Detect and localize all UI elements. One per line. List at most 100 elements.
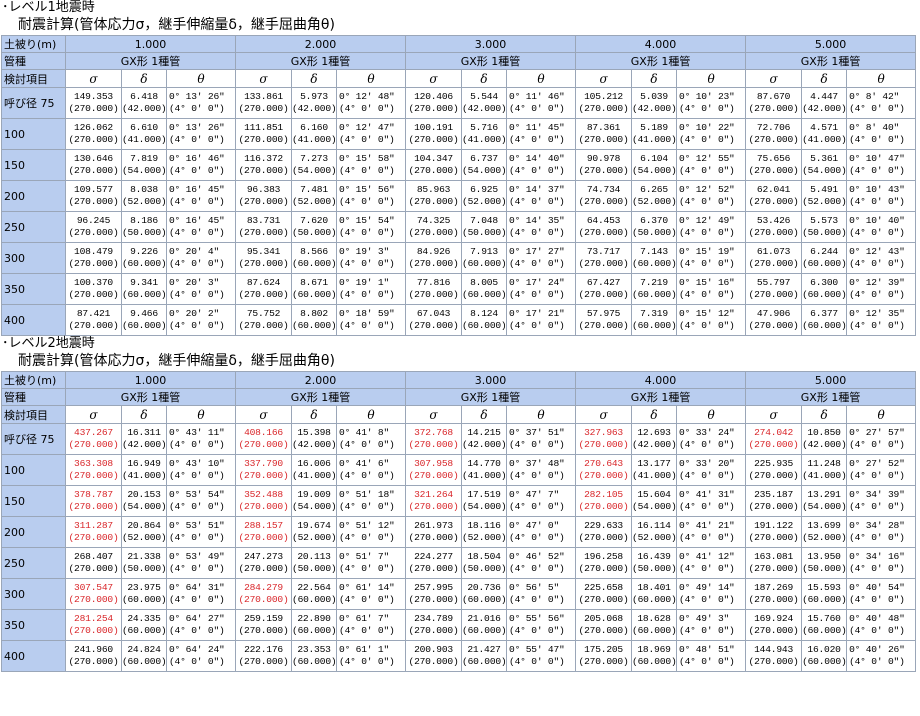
joint-displacement-cell: 8.124 (60.000) bbox=[461, 304, 508, 336]
displacement-allowable: (60.000) bbox=[632, 625, 677, 636]
angle-value: 0° 53′ 51″ bbox=[169, 519, 225, 531]
joint-displacement-cell: 10.850 (42.000) bbox=[801, 423, 848, 455]
joint-displacement-cell: 6.370 (50.000) bbox=[631, 211, 678, 243]
nominal-diameter-label: 100 bbox=[1, 118, 66, 150]
joint-displacement-cell: 5.039 (42.000) bbox=[631, 87, 678, 119]
stress-value: 62.041 bbox=[756, 183, 791, 195]
stress-allowable: (270.000) bbox=[408, 656, 459, 667]
delta-header: δ bbox=[121, 69, 167, 88]
displacement-allowable: (41.000) bbox=[632, 134, 677, 145]
displacement-allowable: (54.000) bbox=[122, 501, 167, 512]
joint-displacement-cell: 7.620 (50.000) bbox=[291, 211, 338, 243]
stress-cell: 111.851 (270.000) bbox=[235, 118, 293, 150]
angle-value: 0° 15′ 56″ bbox=[339, 183, 395, 195]
displacement-value: 20.113 bbox=[297, 550, 331, 562]
joint-displacement-cell: 7.143 (60.000) bbox=[631, 242, 678, 274]
stress-value: 47.906 bbox=[756, 307, 791, 319]
displacement-allowable: (60.000) bbox=[292, 594, 337, 605]
stress-value: 144.943 bbox=[754, 643, 794, 655]
stress-value: 288.157 bbox=[244, 519, 283, 531]
stress-cell: 90.978 (270.000) bbox=[575, 149, 633, 181]
joint-angle-cell: 0° 53′ 49″ (4° 0′ 0″) bbox=[165, 547, 237, 579]
sigma-header: σ bbox=[65, 405, 122, 424]
angle-value: 0° 13′ 26″ bbox=[169, 121, 225, 133]
nominal-diameter-label: 400 bbox=[1, 304, 66, 336]
pipe-type-header: GX形 1種管 bbox=[235, 388, 407, 406]
displacement-value: 5.573 bbox=[810, 214, 838, 226]
displacement-value: 7.620 bbox=[300, 214, 328, 226]
stress-value: 437.267 bbox=[74, 426, 113, 438]
angle-value: 0° 37′ 48″ bbox=[509, 457, 565, 469]
depth-header: 4.000 bbox=[575, 371, 747, 389]
stress-allowable: (270.000) bbox=[578, 563, 629, 574]
stress-allowable: (270.000) bbox=[578, 656, 629, 667]
displacement-value: 6.737 bbox=[470, 152, 498, 164]
stress-value: 196.258 bbox=[584, 550, 623, 562]
level1-section: ･レベル1地震時 耐震計算(管体応力σ，継手伸縮量δ，継手屈曲角θ) 土被り(m… bbox=[0, 0, 920, 336]
joint-displacement-cell: 6.610 (41.000) bbox=[121, 118, 167, 150]
angle-value: 0° 20′ 4″ bbox=[169, 245, 220, 257]
stress-cell: 169.924 (270.000) bbox=[745, 609, 803, 641]
displacement-allowable: (50.000) bbox=[292, 227, 337, 238]
displacement-allowable: (50.000) bbox=[632, 227, 677, 238]
stress-cell: 75.752 (270.000) bbox=[235, 304, 293, 336]
stress-value: 64.453 bbox=[586, 214, 621, 226]
displacement-value: 6.160 bbox=[300, 121, 328, 133]
joint-angle-cell: 0° 37′ 48″ (4° 0′ 0″) bbox=[506, 454, 577, 486]
joint-displacement-cell: 19.674 (52.000) bbox=[291, 516, 338, 548]
angle-allowable: (4° 0′ 0″) bbox=[849, 165, 905, 176]
angle-allowable: (4° 0′ 0″) bbox=[509, 594, 565, 605]
nominal-diameter-label: 250 bbox=[1, 547, 66, 579]
displacement-allowable: (41.000) bbox=[292, 470, 337, 481]
angle-value: 0° 15′ 12″ bbox=[679, 307, 735, 319]
displacement-value: 23.353 bbox=[297, 643, 331, 655]
displacement-allowable: (54.000) bbox=[462, 501, 507, 512]
stress-allowable: (270.000) bbox=[578, 103, 629, 114]
joint-displacement-cell: 18.504 (50.000) bbox=[461, 547, 508, 579]
displacement-value: 15.760 bbox=[807, 612, 841, 624]
angle-value: 0° 12′ 48″ bbox=[339, 90, 395, 102]
joint-displacement-cell: 5.573 (50.000) bbox=[801, 211, 848, 243]
stress-cell: 378.787 (270.000) bbox=[65, 485, 122, 517]
stress-cell: 130.646 (270.000) bbox=[65, 149, 122, 181]
joint-angle-cell: 0° 40′ 48″ (4° 0′ 0″) bbox=[846, 609, 917, 641]
table-row: 350 100.370 (270.000) 9.341 (60.000) 0° 20′ 3… bbox=[1, 273, 917, 305]
angle-allowable: (4° 0′ 0″) bbox=[679, 165, 735, 176]
displacement-value: 6.265 bbox=[640, 183, 668, 195]
stress-value: 270.643 bbox=[584, 457, 623, 469]
stress-allowable: (270.000) bbox=[68, 134, 119, 145]
stress-allowable: (270.000) bbox=[748, 227, 799, 238]
joint-displacement-cell: 12.693 (42.000) bbox=[631, 423, 678, 455]
joint-displacement-cell: 20.153 (54.000) bbox=[121, 485, 167, 517]
stress-cell: 87.624 (270.000) bbox=[235, 273, 293, 305]
joint-displacement-cell: 4.447 (42.000) bbox=[801, 87, 848, 119]
displacement-value: 11.248 bbox=[807, 457, 841, 469]
angle-value: 0° 47′ 7″ bbox=[509, 488, 560, 500]
stress-cell: 85.963 (270.000) bbox=[405, 180, 463, 212]
angle-allowable: (4° 0′ 0″) bbox=[509, 470, 565, 481]
stress-value: 96.245 bbox=[76, 214, 111, 226]
stress-value: 77.816 bbox=[416, 276, 451, 288]
theta-header: θ bbox=[676, 69, 747, 88]
pipe-type-header: GX形 1種管 bbox=[235, 52, 407, 70]
angle-allowable: (4° 0′ 0″) bbox=[339, 134, 395, 145]
displacement-allowable: (52.000) bbox=[462, 532, 507, 543]
displacement-allowable: (52.000) bbox=[292, 196, 337, 207]
joint-angle-cell: 0° 8′ 42″ (4° 0′ 0″) bbox=[846, 87, 917, 119]
pipe-type-label: 管種 bbox=[1, 52, 66, 70]
joint-angle-cell: 0° 40′ 26″ (4° 0′ 0″) bbox=[846, 640, 917, 672]
joint-angle-cell: 0° 10′ 43″ (4° 0′ 0″) bbox=[846, 180, 917, 212]
joint-angle-cell: 0° 51′ 12″ (4° 0′ 0″) bbox=[336, 516, 407, 548]
joint-angle-cell: 0° 8′ 40″ (4° 0′ 0″) bbox=[846, 118, 917, 150]
stress-cell: 257.995 (270.000) bbox=[405, 578, 463, 610]
nominal-diameter-label: 300 bbox=[1, 578, 66, 610]
stress-cell: 75.656 (270.000) bbox=[745, 149, 803, 181]
depth-header: 5.000 bbox=[745, 371, 917, 389]
stress-value: 307.958 bbox=[414, 457, 453, 469]
stress-value: 225.658 bbox=[584, 581, 623, 593]
joint-angle-cell: 0° 12′ 55″ (4° 0′ 0″) bbox=[676, 149, 747, 181]
joint-angle-cell: 0° 11′ 46″ (4° 0′ 0″) bbox=[506, 87, 577, 119]
stress-allowable: (270.000) bbox=[578, 227, 629, 238]
stress-value: 363.308 bbox=[74, 457, 113, 469]
displacement-value: 19.009 bbox=[297, 488, 331, 500]
